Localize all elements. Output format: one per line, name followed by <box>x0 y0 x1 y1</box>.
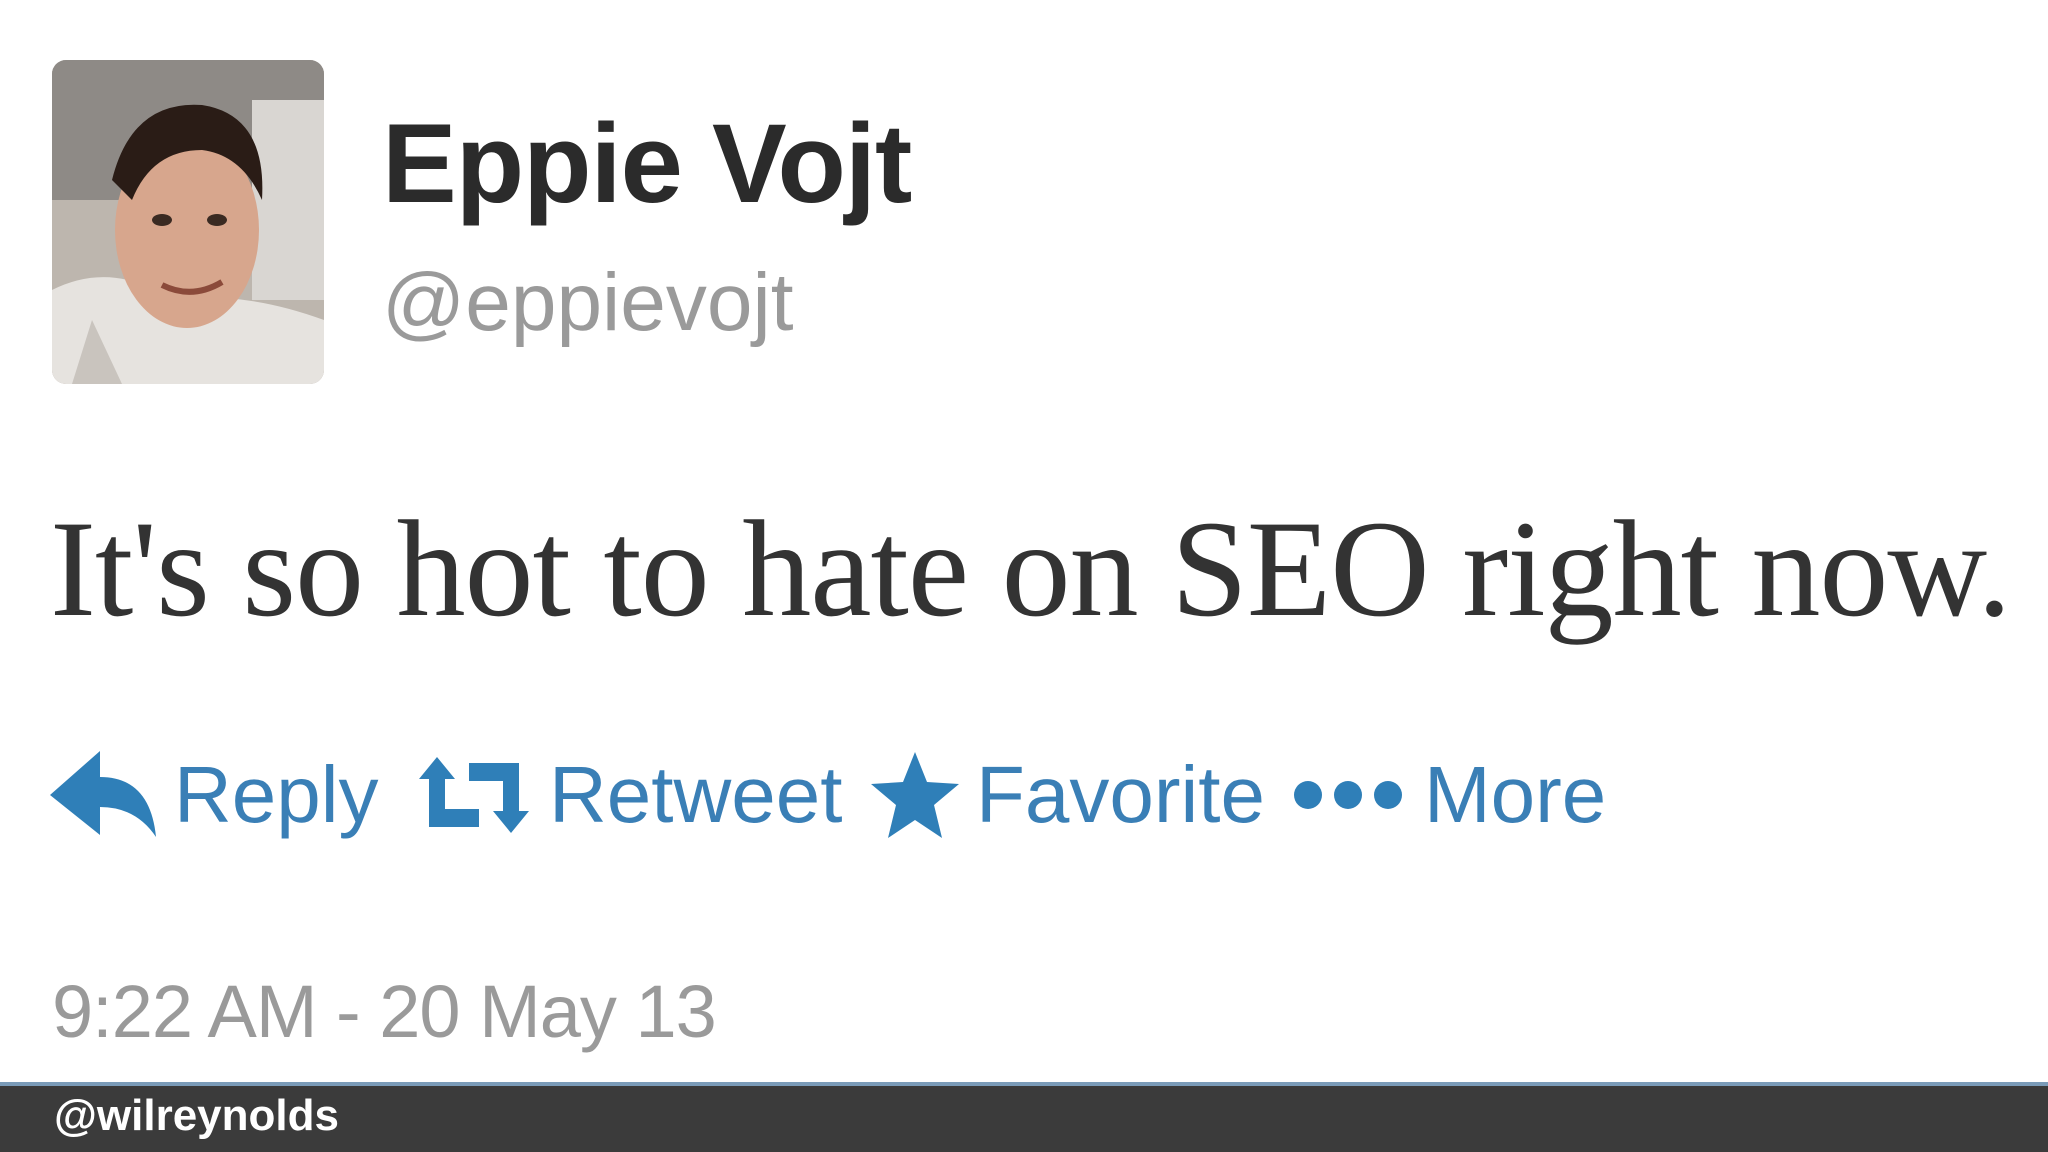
footer-handle: @wilreynolds <box>54 1091 339 1140</box>
more-button[interactable]: More <box>1290 740 1606 850</box>
retweet-button[interactable]: Retweet <box>415 740 842 850</box>
tweet-text: It's so hot to hate on SEO right now. <box>50 492 2012 645</box>
more-label: More <box>1424 750 1607 839</box>
retweet-label: Retweet <box>549 750 843 839</box>
tweet-timestamp[interactable]: 9:22 AM - 20 May 13 <box>52 975 717 1049</box>
avatar[interactable] <box>52 60 324 384</box>
reply-button[interactable]: Reply <box>50 740 379 850</box>
favorite-button[interactable]: Favorite <box>870 740 1265 850</box>
footer-bar: @wilreynolds <box>0 1082 2048 1152</box>
retweet-icon <box>419 757 529 833</box>
tweet-slide: Eppie Vojt @eppievojt It's so hot to hat… <box>0 0 2048 1152</box>
display-name[interactable]: Eppie Vojt <box>382 108 912 220</box>
star-icon <box>871 752 959 838</box>
favorite-label: Favorite <box>976 750 1265 839</box>
ellipsis-icon <box>1294 781 1402 809</box>
reply-label: Reply <box>174 750 379 839</box>
user-handle[interactable]: @eppievojt <box>382 262 793 344</box>
tweet-actions: Reply Retweet Favorite More <box>50 740 1750 850</box>
reply-arrow-icon <box>50 751 156 837</box>
